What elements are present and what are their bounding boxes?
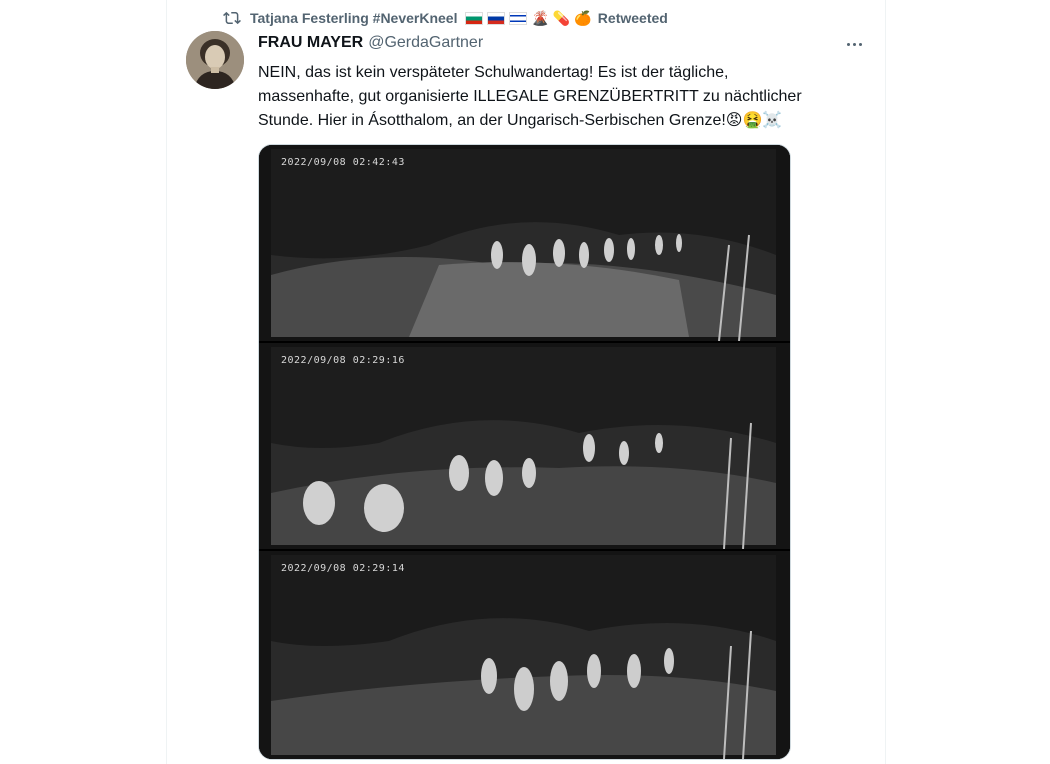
retweeted-label: Retweeted bbox=[597, 10, 668, 26]
tweet-text: NEIN, das ist kein verspäteter Schulwand… bbox=[258, 61, 868, 133]
retweeter-name[interactable]: Tatjana Festerling #NeverKneel bbox=[250, 10, 457, 26]
author-handle[interactable]: @GerdaGartner bbox=[368, 34, 483, 52]
video-frame-2[interactable]: 2022/09/08 02:29:16 bbox=[259, 343, 790, 549]
orange-icon: 🍊 bbox=[574, 10, 592, 26]
volcano-icon: 🌋 bbox=[531, 10, 549, 26]
retweeter-emoji-group: 🌋 💊 🍊 bbox=[465, 10, 592, 26]
author-name[interactable]: FRAU MAYER bbox=[258, 34, 363, 52]
video-frame-3[interactable]: 2022/09/08 02:29:14 bbox=[259, 551, 790, 759]
avatar[interactable] bbox=[186, 31, 244, 89]
video-timestamp: 2022/09/08 02:29:14 bbox=[281, 563, 405, 574]
tweet-text-line: massenhafte, gut organisierte ILLEGALE G… bbox=[258, 88, 802, 105]
angry-face-icon: 😡 bbox=[725, 112, 743, 129]
pill-icon: 💊 bbox=[552, 10, 571, 26]
video-timestamp: 2022/09/08 02:29:16 bbox=[281, 355, 405, 366]
more-options-icon[interactable] bbox=[842, 34, 866, 54]
skull-crossbones-icon: ☠️ bbox=[762, 112, 783, 129]
israel-flag-icon bbox=[509, 11, 528, 25]
vomiting-face-icon: 🤮 bbox=[742, 112, 763, 129]
video-timestamp: 2022/09/08 02:42:43 bbox=[281, 157, 405, 168]
tweet-text-line: NEIN, das ist kein verspäteter Schulwand… bbox=[258, 64, 729, 81]
tweet-media[interactable]: 2022/09/08 02:42:43 2022/09/08 02:29:16 bbox=[258, 144, 791, 760]
bulgaria-flag-icon bbox=[465, 11, 484, 25]
russia-flag-icon bbox=[487, 11, 506, 25]
tweet-text-line: Stunde. Hier in Ásotthalom, an der Ungar… bbox=[258, 112, 783, 129]
video-frame-1[interactable]: 2022/09/08 02:42:43 bbox=[259, 145, 790, 341]
tweet-author[interactable]: FRAU MAYER @GerdaGartner bbox=[258, 34, 483, 52]
retweet-icon bbox=[222, 8, 244, 28]
retweet-header[interactable]: Tatjana Festerling #NeverKneel 🌋 💊 🍊 Ret… bbox=[222, 8, 668, 28]
